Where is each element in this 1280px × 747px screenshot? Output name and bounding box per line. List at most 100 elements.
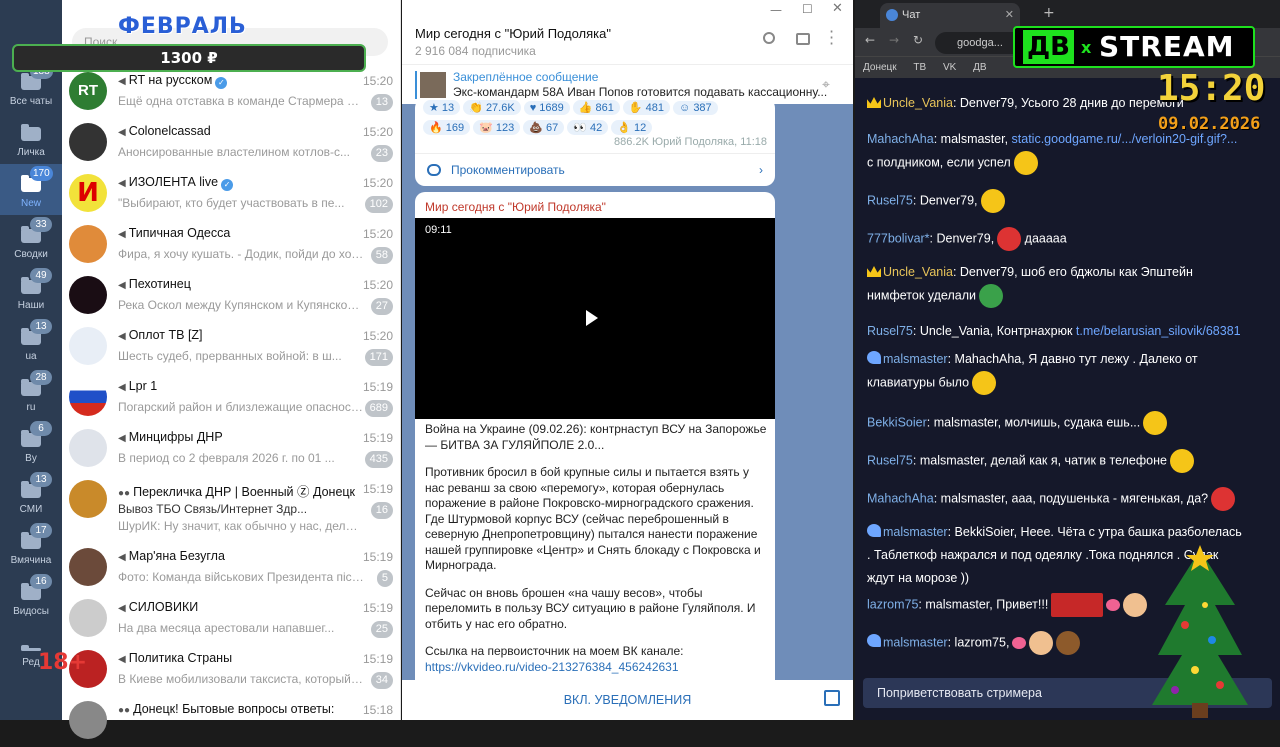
chat-item[interactable]: ●● Перекличка ДНР | Военный Ⓩ Донецк 15:1… [62,475,401,543]
channel-header[interactable]: Мир сегодня с "Юрий Подоляка" 2 916 084 … [402,18,853,64]
close-icon[interactable]: ✕ [832,1,843,16]
chat-username[interactable]: Rusel75 [867,324,913,338]
folder-svodki[interactable]: 33 Сводки [0,215,62,266]
chat-time: 15:20 [362,176,393,190]
verified-icon: ✓ [221,179,234,191]
minimize-icon[interactable]: — [770,3,782,17]
group-icon: ●● [118,488,131,499]
gift-icon[interactable] [824,690,840,706]
chat-item[interactable]: ◀ Мар'яна Безугла 15:19 Фото: Команда вій… [62,543,401,594]
avatar: И [69,174,107,212]
folder-lichka[interactable]: Личка [0,113,62,164]
video-player[interactable]: 09:11 [415,218,775,419]
chat-item[interactable]: ◀ СИЛОВИКИ 15:19 На два месяца арестовали… [62,594,401,645]
search-icon[interactable] [763,32,775,44]
megaphone-icon: ◀ [118,76,126,87]
forward-icon[interactable]: → [889,33,899,47]
chat-time: 15:19 [362,652,393,666]
chat-item[interactable]: И ◀ ИЗОЛЕНТА live ✓ 15:20 "Выбирают, кто б… [62,169,401,220]
chat-username[interactable]: Rusel75 [867,453,913,467]
new-tab-icon[interactable]: + [1043,5,1055,21]
folder-by[interactable]: 6 By [0,419,62,470]
pilot-emote [1211,487,1236,511]
chat-username[interactable]: lazrom75 [867,597,918,611]
chat-item[interactable]: ◀ Политика Страны 15:19 В Киеве мобилизов… [62,645,401,696]
chat-item[interactable]: ●● Донецк! Бытовые вопросы ответы: 15:18 [62,696,401,747]
post-paragraph: Сейчас он вновь брошен «на чашу весов», … [425,585,756,631]
notifications-button[interactable]: ВКЛ. УВЕДОМЛЕНИЯ [402,680,853,720]
post-link[interactable]: https://vkvideo.ru/video-213276384_45624… [425,660,769,676]
chat-username[interactable]: MahachAha [867,491,934,505]
play-icon[interactable] [586,310,598,326]
reaction-star[interactable]: ★ 13 [423,100,461,115]
post-author: Мир сегодня с "Юрий Подоляка" [425,200,606,214]
reaction-thumbs[interactable]: 👍 861 [572,100,620,115]
chat-message: 777bolivar*: Denver79, дааааа [867,227,1247,251]
avatar [69,548,107,586]
chat-item[interactable]: ◀ Colonelcassad 15:20 Анонсированные влас… [62,118,401,169]
reaction-eyes[interactable]: 👀 42 [567,120,609,135]
bookmark-item[interactable]: ДВ [973,62,986,73]
bookmark-item[interactable]: ТВ [913,62,926,73]
chat-link[interactable]: t.me/belarusian_silovik/68381 [1076,324,1241,338]
close-tab-icon[interactable]: ✕ [1005,3,1014,28]
reload-icon[interactable]: ↻ [913,33,923,47]
reaction-ok[interactable]: 👌 12 [611,120,653,135]
chat-name: Политика Страны [128,651,233,665]
folder-ua[interactable]: 13 ua [0,317,62,368]
smiley-emote [1169,449,1194,473]
unread-count: 23 [370,145,393,162]
chat-preview: ШурИК: Ну значит, как обычно у нас, дела… [118,519,364,533]
back-icon[interactable]: ← [865,33,875,47]
smiley-emote [980,189,1005,213]
chat-username[interactable]: 777bolivar* [867,231,930,245]
chat-username[interactable]: malsmaster [883,525,948,539]
folder-nashi[interactable]: 49 Наши [0,266,62,317]
sidebar-toggle-icon[interactable] [796,33,810,45]
maximize-icon[interactable]: ☐ [802,2,813,16]
chat-username[interactable]: Rusel75 [867,193,913,207]
unpin-icon[interactable]: ⌖ [822,77,830,93]
reaction-hand[interactable]: ✋ 481 [622,100,671,115]
unread-count: 13 [370,94,393,111]
folder-new[interactable]: 170 New [0,164,62,215]
chat-message: MahachAha: malsmaster, static.goodgame.r… [867,128,1247,175]
chat-item[interactable]: ◀ Типичная Одесса 15:20 Фира, я хочу куша… [62,220,401,271]
chat-item[interactable]: ◀ Оплот ТВ [Z] 15:20 Шесть судеб, прерван… [62,322,401,373]
more-menu-icon[interactable]: · · · [829,24,834,52]
folder-vidosy[interactable]: 16 Видосы [0,572,62,623]
chat-item[interactable]: ◀ Минцифры ДНР 15:19 В период со 2 феврал… [62,424,401,475]
folder-vmyachina[interactable]: 17 Вмячина [0,521,62,572]
reaction-pig[interactable]: 🐷 123 [473,120,521,135]
chat-preview: На два месяца арестовали напавшег... [118,621,335,635]
chat-username[interactable]: malsmaster [883,635,948,649]
chat-time: 15:19 [362,380,393,394]
bookmark-item[interactable]: VK [943,62,956,73]
chat-name: Пехотинец [128,277,191,291]
chat-item[interactable]: RT ◀ RT на русском ✓ 15:20 Ещё одна отстав… [62,67,401,118]
chat-preview: В Киеве мобилизовали таксиста, который в… [118,672,364,686]
chat-username[interactable]: MahachAha [867,132,934,146]
chat-username[interactable]: Uncle_Vania [883,265,953,279]
unread-count: 5 [376,570,393,587]
browser-tab[interactable]: Чат ✕ [880,3,1020,28]
chat-link[interactable]: static.goodgame.ru/.../verloin20-gif.gif… [1012,132,1238,146]
folder-ru[interactable]: 28 ru [0,368,62,419]
reaction-poo[interactable]: 💩 67 [523,120,565,135]
chat-item[interactable]: ◀ Пехотинец 15:20 Река Оскол между Купянс… [62,271,401,322]
reaction-clap[interactable]: 👏 27.6K [463,100,521,115]
chat-message: Rusel75: malsmaster, делай как я, чатик … [867,449,1247,473]
unread-count: 58 [370,247,393,264]
reaction-fire[interactable]: 🔥 169 [423,120,471,135]
chat-username[interactable]: BekkiSoier [867,415,927,429]
chat-item[interactable]: ◀ Lpr 1 15:19 Погарский район и близлежащ… [62,373,401,424]
donation-month-label: ФЕВРАЛЬ [118,14,247,39]
chat-username[interactable]: Uncle_Vania [883,96,953,110]
reaction-face[interactable]: ☺ 387 [673,101,718,115]
folder-smi[interactable]: 13 СМИ [0,470,62,521]
comment-button[interactable]: Прокомментировать › [415,153,775,186]
bookmark-item[interactable]: Донецк [863,62,897,73]
chat-topics: Вывоз ТБО Связь/Интернет Здр... [118,502,308,516]
reaction-heart[interactable]: ♥ 1689 [523,101,570,115]
chat-username[interactable]: malsmaster [883,352,948,366]
